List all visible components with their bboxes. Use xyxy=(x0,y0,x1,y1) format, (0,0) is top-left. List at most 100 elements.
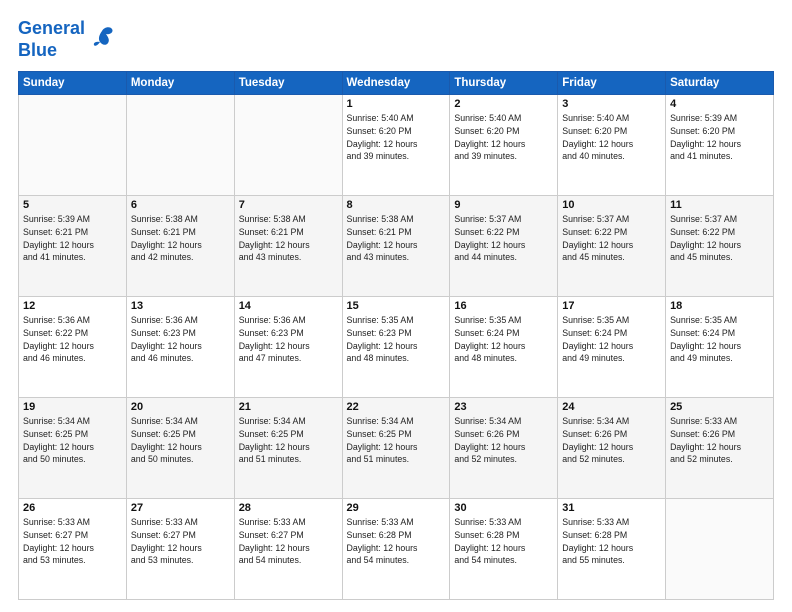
page: General Blue SundayMondayTues xyxy=(0,0,792,612)
calendar-cell: 22 Sunrise: 5:34 AM Sunset: 6:25 PM Dayli… xyxy=(342,398,450,499)
calendar-week-3: 12Sunrise: 5:36 AM Sunset: 6:22 PM Dayli… xyxy=(19,297,774,398)
day-number: 3 xyxy=(562,98,661,110)
day-info: Sunrise: 5:35 AM Sunset: 6:24 PM Dayligh… xyxy=(562,314,661,365)
day-number: 2 xyxy=(454,98,553,110)
day-info: Sunrise: 5:40 AM Sunset: 6:20 PM Dayligh… xyxy=(347,112,446,163)
day-number: 8 xyxy=(347,199,446,211)
day-info: Sunrise: 5:33 AM Sunset: 6:27 PM Dayligh… xyxy=(23,516,122,567)
col-header-wednesday: Wednesday xyxy=(342,72,450,95)
calendar-cell: 29 Sunrise: 5:33 AM Sunset: 6:28 PM Dayli… xyxy=(342,499,450,600)
day-info: Sunrise: 5:38 AM Sunset: 6:21 PM Dayligh… xyxy=(347,213,446,264)
logo: General Blue xyxy=(18,18,116,61)
day-number: 31 xyxy=(562,502,661,514)
calendar-cell: 7 Sunrise: 5:38 AM Sunset: 6:21 PM Daylig… xyxy=(234,196,342,297)
day-info: Sunrise: 5:34 AM Sunset: 6:25 PM Dayligh… xyxy=(347,415,446,466)
calendar-cell xyxy=(234,95,342,196)
header: General Blue xyxy=(18,18,774,61)
col-header-monday: Monday xyxy=(126,72,234,95)
day-number: 14 xyxy=(239,300,338,312)
day-info: Sunrise: 5:33 AM Sunset: 6:27 PM Dayligh… xyxy=(131,516,230,567)
col-header-friday: Friday xyxy=(558,72,666,95)
logo-text: General Blue xyxy=(18,18,85,61)
calendar-cell: 31Sunrise: 5:33 AM Sunset: 6:28 PM Dayli… xyxy=(558,499,666,600)
day-info: Sunrise: 5:38 AM Sunset: 6:21 PM Dayligh… xyxy=(239,213,338,264)
day-number: 13 xyxy=(131,300,230,312)
calendar-cell: 16 Sunrise: 5:35 AM Sunset: 6:24 PM Dayli… xyxy=(450,297,558,398)
day-number: 18 xyxy=(670,300,769,312)
calendar-cell: 20Sunrise: 5:34 AM Sunset: 6:25 PM Dayli… xyxy=(126,398,234,499)
day-info: Sunrise: 5:37 AM Sunset: 6:22 PM Dayligh… xyxy=(454,213,553,264)
day-number: 11 xyxy=(670,199,769,211)
logo-blue: Blue xyxy=(18,40,57,60)
calendar-cell: 15Sunrise: 5:35 AM Sunset: 6:23 PM Dayli… xyxy=(342,297,450,398)
day-number: 25 xyxy=(670,401,769,413)
day-number: 16 xyxy=(454,300,553,312)
calendar-cell: 11 Sunrise: 5:37 AM Sunset: 6:22 PM Dayli… xyxy=(666,196,774,297)
day-number: 10 xyxy=(562,199,661,211)
day-info: Sunrise: 5:35 AM Sunset: 6:23 PM Dayligh… xyxy=(347,314,446,365)
day-info: Sunrise: 5:36 AM Sunset: 6:23 PM Dayligh… xyxy=(131,314,230,365)
day-number: 22 xyxy=(347,401,446,413)
day-number: 6 xyxy=(131,199,230,211)
calendar-cell: 1 Sunrise: 5:40 AM Sunset: 6:20 PM Daylig… xyxy=(342,95,450,196)
day-info: Sunrise: 5:33 AM Sunset: 6:28 PM Dayligh… xyxy=(347,516,446,567)
day-number: 19 xyxy=(23,401,122,413)
day-info: Sunrise: 5:36 AM Sunset: 6:23 PM Dayligh… xyxy=(239,314,338,365)
calendar-cell: 23Sunrise: 5:34 AM Sunset: 6:26 PM Dayli… xyxy=(450,398,558,499)
calendar-cell: 24Sunrise: 5:34 AM Sunset: 6:26 PM Dayli… xyxy=(558,398,666,499)
day-number: 21 xyxy=(239,401,338,413)
calendar-cell: 12Sunrise: 5:36 AM Sunset: 6:22 PM Dayli… xyxy=(19,297,127,398)
day-info: Sunrise: 5:37 AM Sunset: 6:22 PM Dayligh… xyxy=(670,213,769,264)
day-info: Sunrise: 5:36 AM Sunset: 6:22 PM Dayligh… xyxy=(23,314,122,365)
calendar-cell xyxy=(19,95,127,196)
calendar-cell xyxy=(126,95,234,196)
calendar-cell xyxy=(666,499,774,600)
calendar-header-row: SundayMondayTuesdayWednesdayThursdayFrid… xyxy=(19,72,774,95)
day-info: Sunrise: 5:35 AM Sunset: 6:24 PM Dayligh… xyxy=(670,314,769,365)
day-number: 26 xyxy=(23,502,122,514)
day-info: Sunrise: 5:34 AM Sunset: 6:25 PM Dayligh… xyxy=(23,415,122,466)
day-number: 17 xyxy=(562,300,661,312)
day-info: Sunrise: 5:34 AM Sunset: 6:25 PM Dayligh… xyxy=(239,415,338,466)
day-number: 28 xyxy=(239,502,338,514)
col-header-tuesday: Tuesday xyxy=(234,72,342,95)
day-info: Sunrise: 5:33 AM Sunset: 6:28 PM Dayligh… xyxy=(454,516,553,567)
day-info: Sunrise: 5:34 AM Sunset: 6:26 PM Dayligh… xyxy=(454,415,553,466)
day-number: 9 xyxy=(454,199,553,211)
calendar-week-5: 26 Sunrise: 5:33 AM Sunset: 6:27 PM Dayli… xyxy=(19,499,774,600)
calendar-cell: 30Sunrise: 5:33 AM Sunset: 6:28 PM Dayli… xyxy=(450,499,558,600)
day-number: 1 xyxy=(347,98,446,110)
col-header-thursday: Thursday xyxy=(450,72,558,95)
col-header-sunday: Sunday xyxy=(19,72,127,95)
day-info: Sunrise: 5:37 AM Sunset: 6:22 PM Dayligh… xyxy=(562,213,661,264)
calendar-week-2: 5 Sunrise: 5:39 AM Sunset: 6:21 PM Daylig… xyxy=(19,196,774,297)
calendar-table: SundayMondayTuesdayWednesdayThursdayFrid… xyxy=(18,71,774,600)
day-info: Sunrise: 5:40 AM Sunset: 6:20 PM Dayligh… xyxy=(562,112,661,163)
day-info: Sunrise: 5:35 AM Sunset: 6:24 PM Dayligh… xyxy=(454,314,553,365)
day-number: 4 xyxy=(670,98,769,110)
calendar-cell: 14 Sunrise: 5:36 AM Sunset: 6:23 PM Dayli… xyxy=(234,297,342,398)
calendar-week-4: 19 Sunrise: 5:34 AM Sunset: 6:25 PM Dayli… xyxy=(19,398,774,499)
calendar-week-1: 1 Sunrise: 5:40 AM Sunset: 6:20 PM Daylig… xyxy=(19,95,774,196)
day-info: Sunrise: 5:33 AM Sunset: 6:26 PM Dayligh… xyxy=(670,415,769,466)
day-number: 5 xyxy=(23,199,122,211)
calendar-cell: 18 Sunrise: 5:35 AM Sunset: 6:24 PM Dayli… xyxy=(666,297,774,398)
calendar-cell: 27 Sunrise: 5:33 AM Sunset: 6:27 PM Dayli… xyxy=(126,499,234,600)
calendar-cell: 5 Sunrise: 5:39 AM Sunset: 6:21 PM Daylig… xyxy=(19,196,127,297)
day-number: 29 xyxy=(347,502,446,514)
day-info: Sunrise: 5:34 AM Sunset: 6:25 PM Dayligh… xyxy=(131,415,230,466)
calendar-cell: 17 Sunrise: 5:35 AM Sunset: 6:24 PM Dayli… xyxy=(558,297,666,398)
col-header-saturday: Saturday xyxy=(666,72,774,95)
calendar-cell: 13 Sunrise: 5:36 AM Sunset: 6:23 PM Dayli… xyxy=(126,297,234,398)
calendar-cell: 25 Sunrise: 5:33 AM Sunset: 6:26 PM Dayli… xyxy=(666,398,774,499)
calendar-cell: 6 Sunrise: 5:38 AM Sunset: 6:21 PM Daylig… xyxy=(126,196,234,297)
calendar-cell: 19 Sunrise: 5:34 AM Sunset: 6:25 PM Dayli… xyxy=(19,398,127,499)
calendar-cell: 21 Sunrise: 5:34 AM Sunset: 6:25 PM Dayli… xyxy=(234,398,342,499)
day-info: Sunrise: 5:34 AM Sunset: 6:26 PM Dayligh… xyxy=(562,415,661,466)
day-number: 27 xyxy=(131,502,230,514)
day-number: 7 xyxy=(239,199,338,211)
calendar-cell: 2 Sunrise: 5:40 AM Sunset: 6:20 PM Daylig… xyxy=(450,95,558,196)
day-info: Sunrise: 5:39 AM Sunset: 6:21 PM Dayligh… xyxy=(23,213,122,264)
day-info: Sunrise: 5:40 AM Sunset: 6:20 PM Dayligh… xyxy=(454,112,553,163)
day-info: Sunrise: 5:38 AM Sunset: 6:21 PM Dayligh… xyxy=(131,213,230,264)
